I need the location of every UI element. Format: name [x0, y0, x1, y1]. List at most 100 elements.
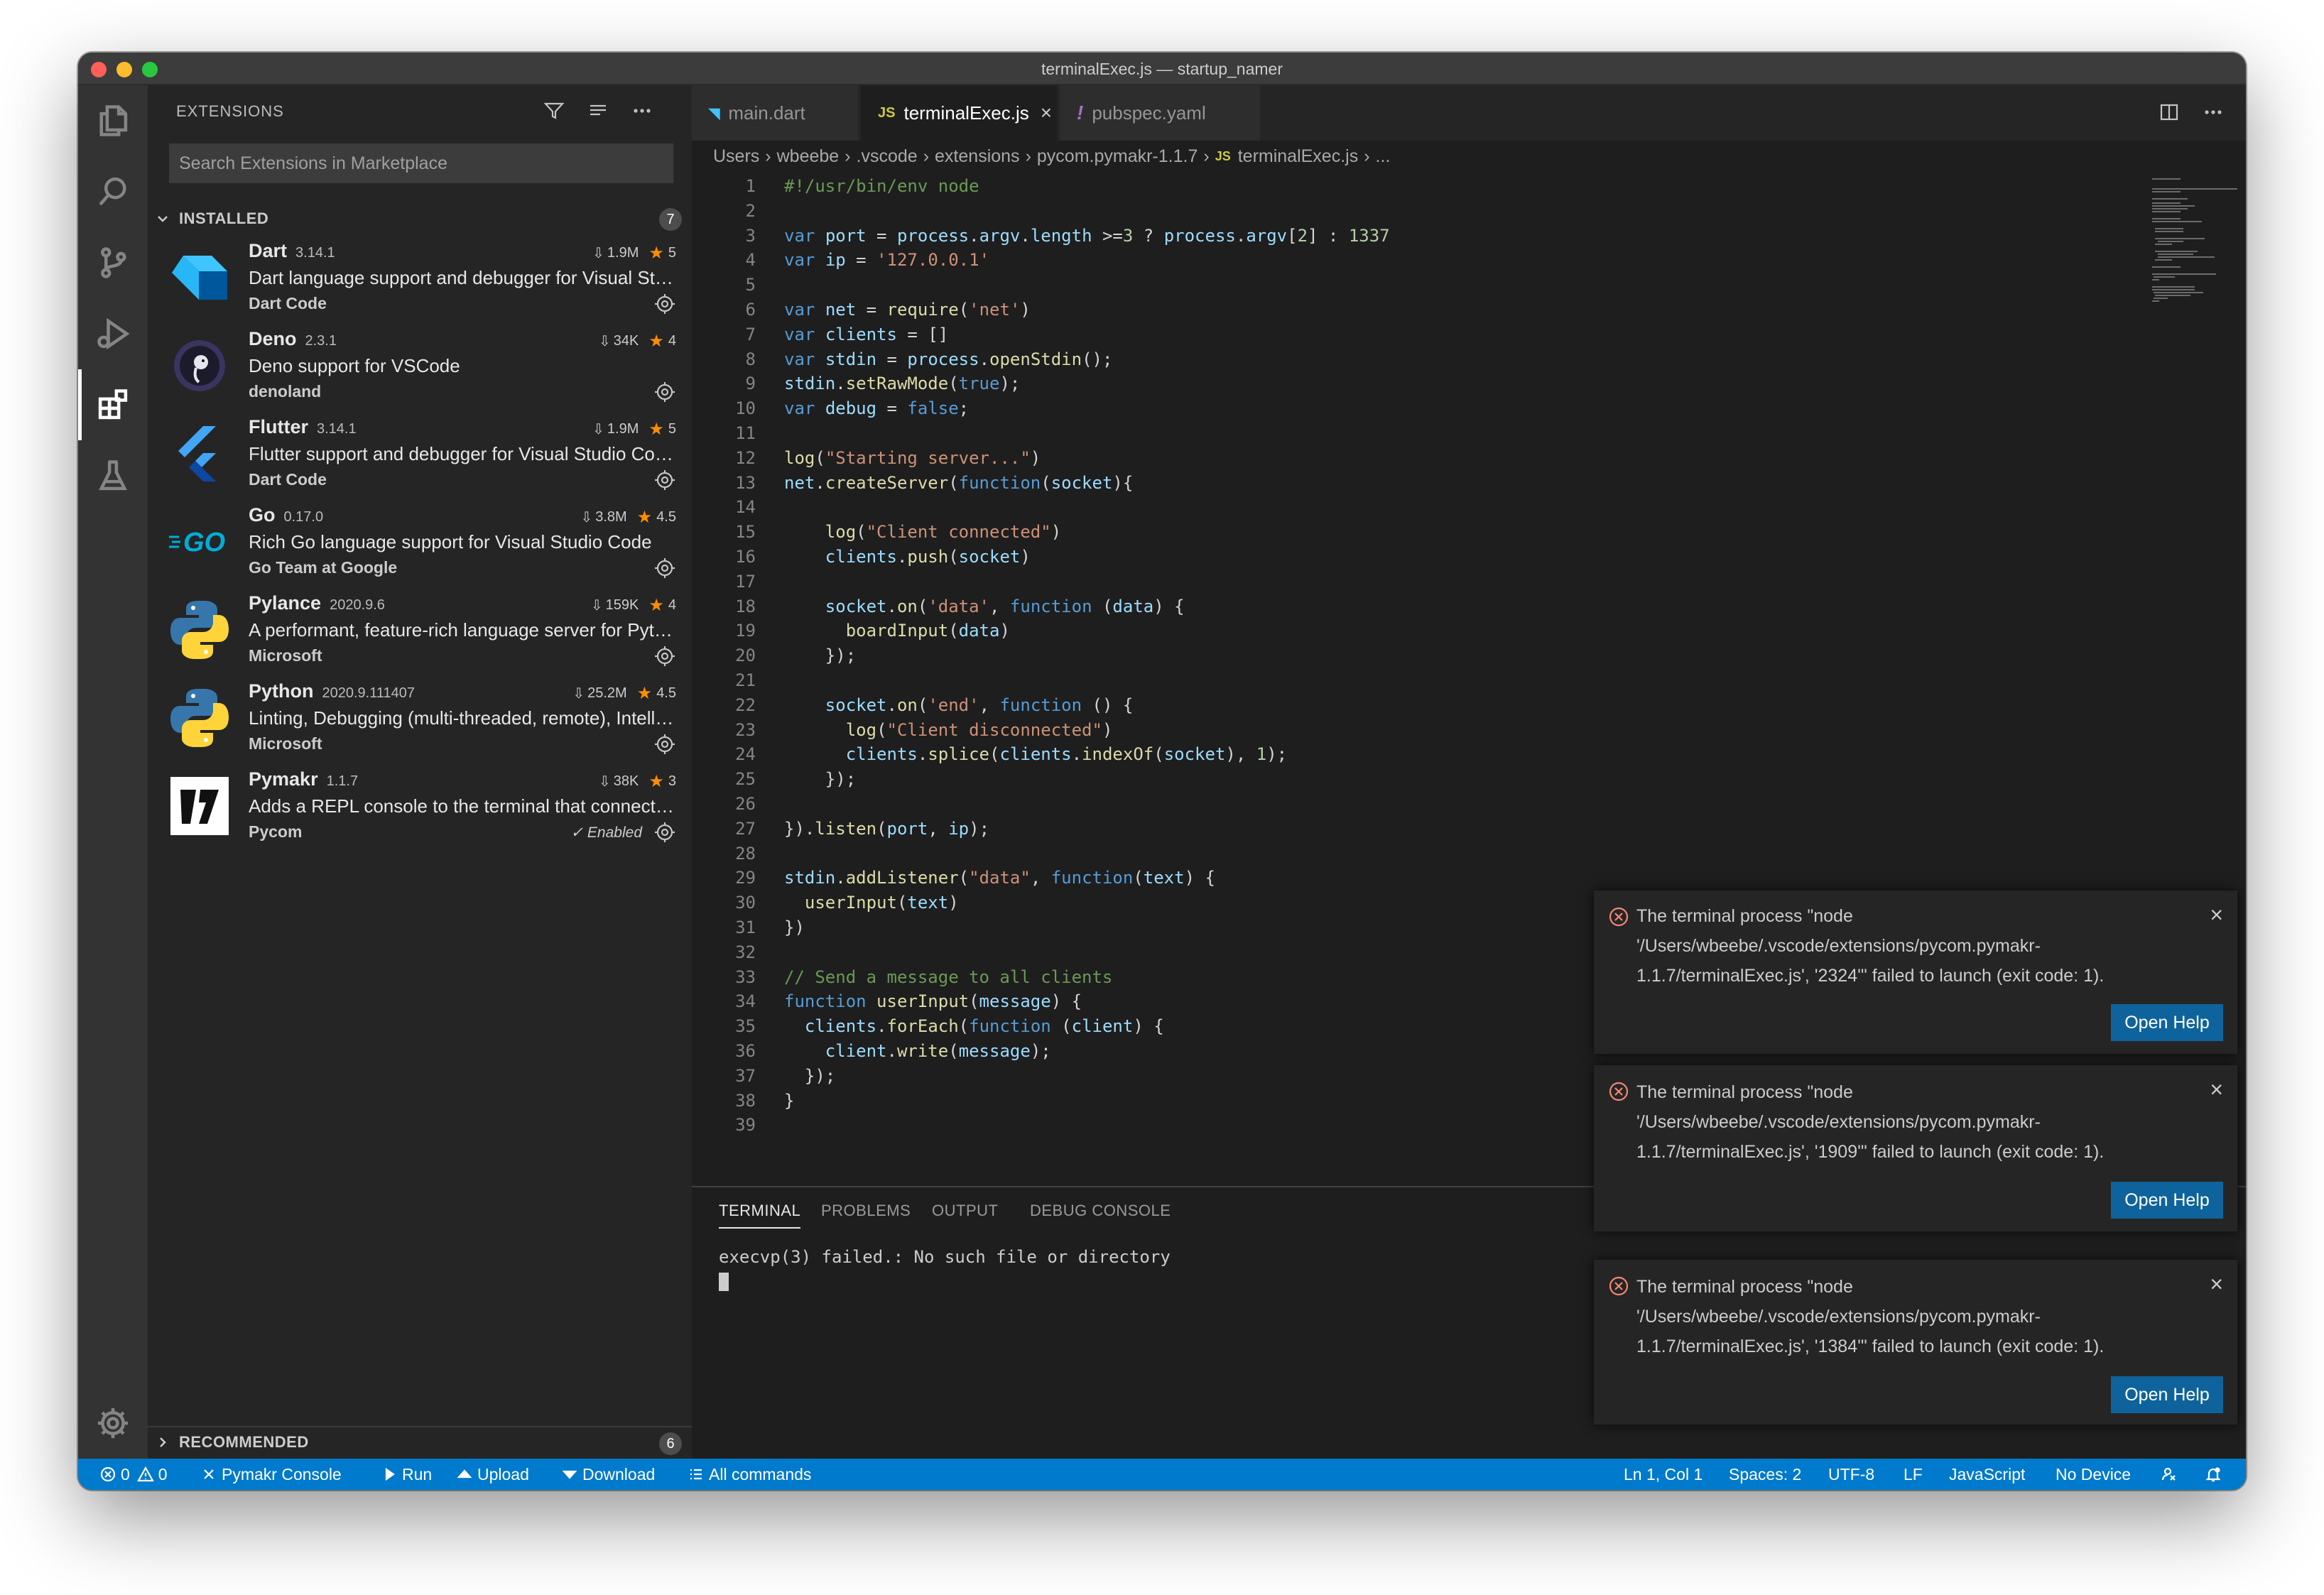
line-number: 35 [735, 1016, 756, 1036]
source-control-icon[interactable] [78, 227, 148, 298]
manage-gear-icon[interactable] [653, 469, 676, 491]
line-text: clients.forEach(function (client) { [804, 1016, 1164, 1036]
installed-section-label: INSTALLED [179, 209, 269, 227]
more-actions-icon[interactable] [626, 95, 658, 126]
explorer-icon[interactable] [78, 85, 148, 156]
indentation-status[interactable]: Spaces: 2 [1729, 1459, 1801, 1490]
cloud-download-icon: ⇩ [590, 598, 603, 614]
breadcrumb-item[interactable]: terminalExec.js [1238, 146, 1359, 167]
extension-item-deno[interactable]: Deno 2.3.1 ⇩ 34K ★ 4 Deno support for VSCod… [148, 324, 692, 412]
line-text: }).listen(port, ip); [784, 819, 990, 839]
line-number: 30 [735, 893, 756, 913]
manage-gear-icon[interactable] [653, 557, 676, 579]
more-actions-icon[interactable] [2196, 95, 2230, 129]
upload-icon [457, 1469, 472, 1479]
editor-tab-bar: ◥ main.dart JS terminalExec.js × ! pubsp… [692, 85, 2246, 141]
minimap[interactable] [2053, 172, 2237, 314]
open-help-button[interactable]: Open Help [2111, 1182, 2223, 1219]
deno-logo-icon [168, 334, 232, 398]
extensions-search-input[interactable] [169, 143, 673, 183]
tab-label: main.dart [728, 102, 805, 124]
download-button[interactable]: Download [561, 1459, 655, 1490]
extension-item-pylance[interactable]: Pylance 2020.9.6 ⇩ 159K ★ 4 A performant, f… [148, 588, 692, 676]
breadcrumb-item[interactable]: pycom.pymakr-1.1.7 [1037, 146, 1198, 167]
extension-stats: ⇩ 3.8M ★ 4.5 [580, 508, 676, 527]
cloud-download-icon: ⇩ [592, 422, 604, 437]
extensions-icon[interactable] [78, 369, 148, 440]
line-text: }); [784, 1066, 836, 1086]
close-icon[interactable]: × [2210, 1273, 2223, 1295]
settings-gear-icon[interactable] [78, 1388, 148, 1459]
encoding-status[interactable]: UTF-8 [1828, 1459, 1874, 1490]
extension-item-pymakr[interactable]: Pymakr 1.1.7 ⇩ 38K ★ 3 Adds a REPL console … [148, 764, 692, 852]
line-number: 19 [735, 621, 756, 641]
breadcrumb-item[interactable]: ... [1376, 146, 1391, 167]
breadcrumb-item[interactable]: wbeebe [777, 146, 840, 167]
line-text: var net = require('net') [784, 300, 1031, 320]
close-icon[interactable]: × [1041, 102, 1052, 124]
line-number: 39 [735, 1115, 756, 1135]
installed-section-header[interactable]: INSTALLED 7 [148, 203, 692, 234]
line-number: 37 [735, 1066, 756, 1086]
recommended-section-header[interactable]: RECOMMENDED 6 [148, 1426, 692, 1457]
search-icon[interactable] [78, 156, 148, 227]
panel-tab-problems[interactable]: PROBLEMS [821, 1202, 911, 1220]
panel-tab-terminal[interactable]: TERMINAL [719, 1202, 801, 1229]
run-debug-icon[interactable] [78, 298, 148, 369]
warning-icon [136, 1466, 154, 1482]
panel-tab-output[interactable]: OUTPUT [932, 1202, 998, 1220]
cloud-download-icon: ⇩ [572, 686, 585, 702]
upload-label: Upload [477, 1465, 529, 1484]
manage-gear-icon[interactable] [653, 821, 676, 844]
testing-icon[interactable] [78, 440, 148, 511]
run-button[interactable]: Run [381, 1459, 432, 1490]
pymakr-console-button[interactable]: Pymakr Console [200, 1459, 342, 1490]
breadcrumb-item[interactable]: extensions [935, 146, 1020, 167]
line-number: 3 [745, 226, 756, 246]
cursor-position[interactable]: Ln 1, Col 1 [1624, 1459, 1703, 1490]
line-text: userInput(text) [804, 893, 959, 913]
problems-status[interactable]: 0 0 [99, 1459, 168, 1490]
manage-gear-icon[interactable] [653, 733, 676, 756]
line-text: net.createServer(function(socket){ [784, 473, 1134, 493]
tab-main-dart[interactable]: ◥ main.dart [692, 85, 859, 141]
play-icon [385, 1467, 395, 1481]
line-text: var port = process.argv.length >=3 ? pro… [784, 226, 1390, 246]
close-icon[interactable]: × [2210, 903, 2223, 926]
download-label: Download [582, 1465, 656, 1484]
all-commands-button[interactable]: All commands [688, 1459, 811, 1490]
open-help-button[interactable]: Open Help [2111, 1376, 2223, 1413]
device-status[interactable]: No Device [2056, 1459, 2131, 1490]
eol-status[interactable]: LF [1904, 1459, 1923, 1490]
clear-list-icon[interactable] [582, 95, 614, 126]
extension-item-python[interactable]: Python 2020.9.111407 ⇩ 25.2M ★ 4.5 Linting,… [148, 676, 692, 764]
notifications-bell-icon[interactable] [2205, 1459, 2226, 1490]
split-editor-icon[interactable] [2152, 95, 2186, 129]
extensions-sidebar: EXTENSIONS INSTALLED 7 Dart3.14.1 ⇩1.9 [148, 85, 692, 1459]
pymakr-console-label: Pymakr Console [222, 1465, 342, 1484]
line-number: 34 [735, 991, 756, 1011]
upload-button[interactable]: Upload [456, 1459, 529, 1490]
panel-tab-debug-console[interactable]: DEBUG CONSOLE [1030, 1202, 1171, 1220]
svg-text:GO: GO [183, 528, 225, 557]
line-number: 25 [735, 769, 756, 789]
breadcrumb-item[interactable]: Users [713, 146, 759, 167]
open-help-button[interactable]: Open Help [2111, 1004, 2223, 1041]
close-icon[interactable]: × [2210, 1078, 2223, 1101]
line-number: 36 [735, 1041, 756, 1061]
extension-item-go[interactable]: GO Go 0.17.0 ⇩ 3.8M ★ 4.5 Rich Go language … [148, 500, 692, 588]
filter-icon[interactable] [538, 95, 570, 126]
extension-item-dart[interactable]: Dart 3.14.1 ⇩ 1.9M ★ 5 Dart language suppor… [148, 236, 692, 324]
manage-gear-icon[interactable] [653, 381, 676, 403]
extension-stats: ⇩ 25.2M ★ 4.5 [572, 684, 676, 703]
line-number: 18 [735, 597, 756, 616]
tab-pubspec-yaml[interactable]: ! pubspec.yaml [1060, 85, 1261, 141]
line-number: 27 [735, 819, 756, 839]
manage-gear-icon[interactable] [653, 293, 676, 315]
feedback-icon[interactable] [2161, 1459, 2182, 1490]
extension-item-flutter[interactable]: Flutter 3.14.1 ⇩ 1.9M ★ 5 Flutter support a… [148, 412, 692, 500]
breadcrumb-item[interactable]: .vscode [857, 146, 918, 167]
tab-terminalexec-js[interactable]: JS terminalExec.js × [861, 85, 1058, 141]
language-mode[interactable]: JavaScript [1949, 1459, 2025, 1490]
manage-gear-icon[interactable] [653, 645, 676, 668]
